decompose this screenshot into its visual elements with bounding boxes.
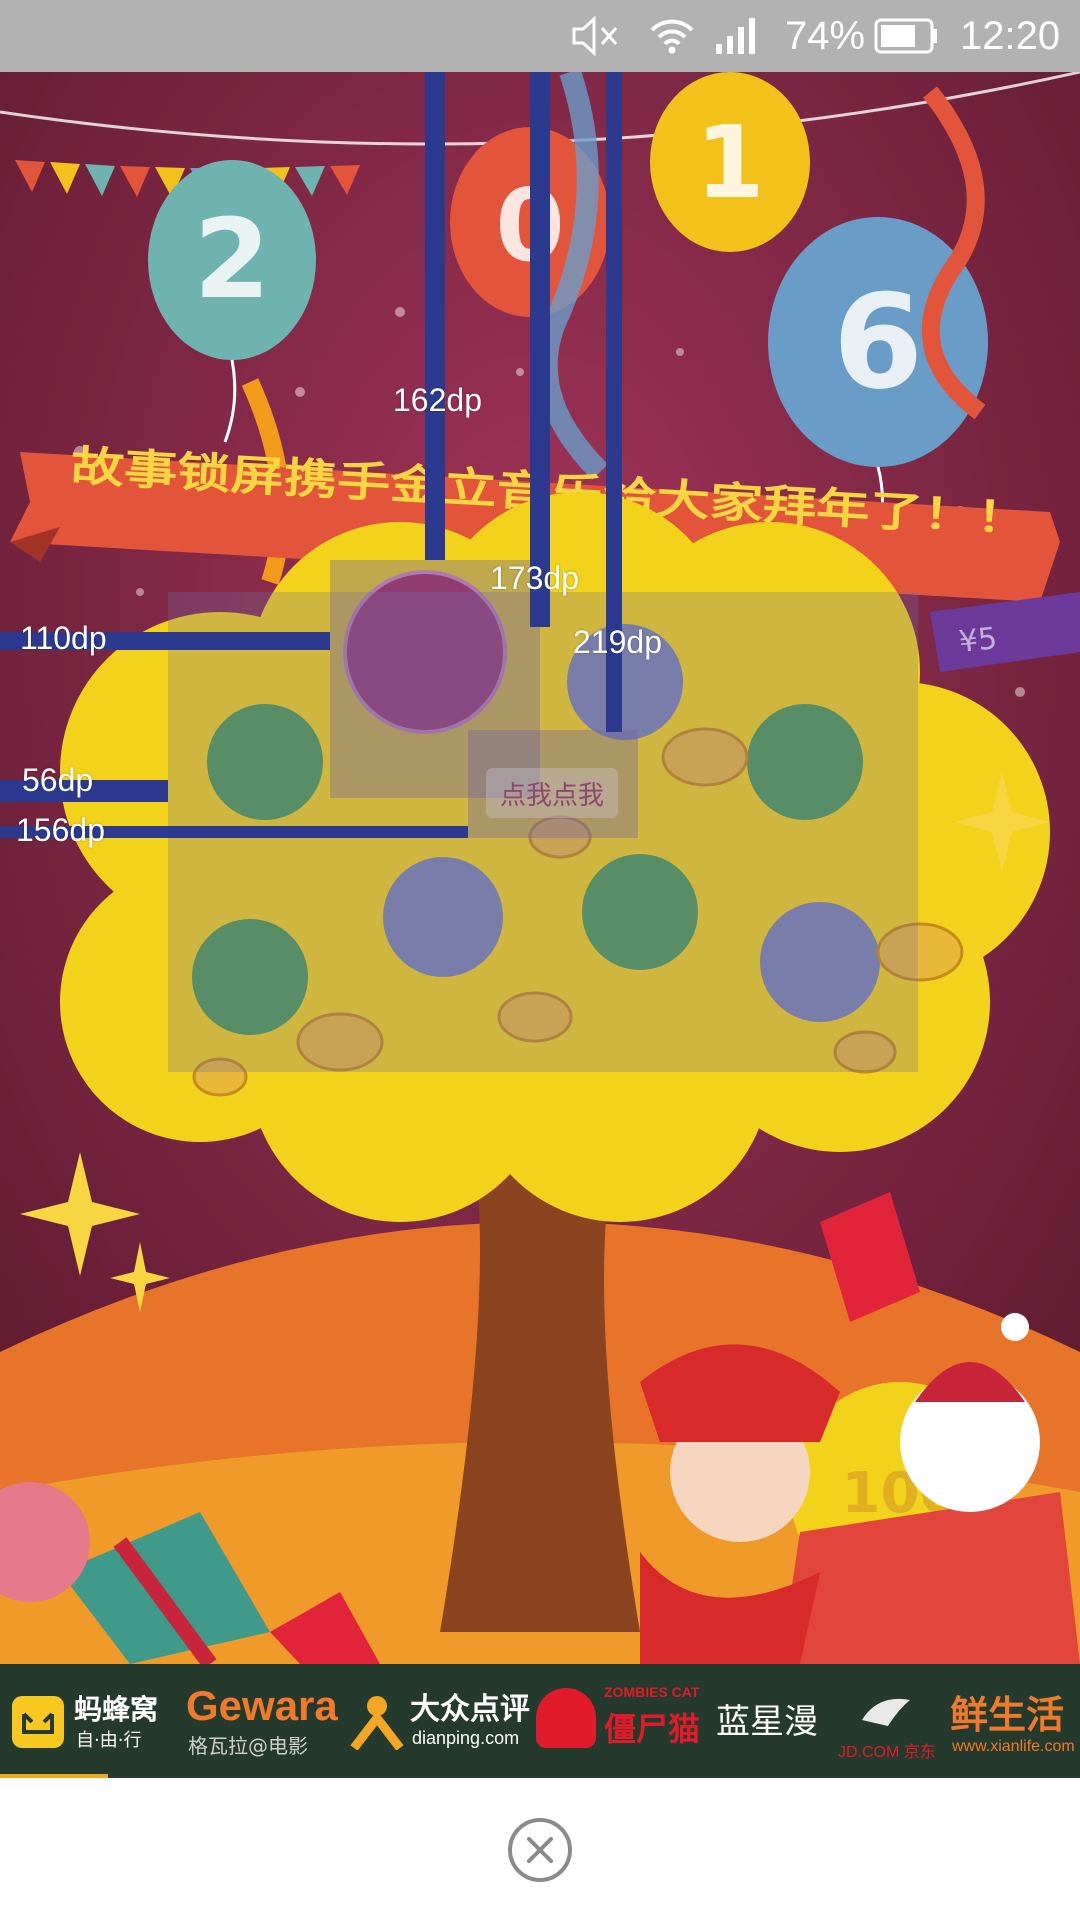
- svg-text:1: 1: [695, 104, 765, 221]
- close-button[interactable]: [508, 1818, 572, 1882]
- close-icon: [527, 1837, 553, 1863]
- wifi-icon: [648, 0, 696, 72]
- zombies-cat-logo-icon: [536, 1688, 596, 1748]
- dianping-sub: dianping.com: [412, 1728, 520, 1748]
- jd-name: JD.COM 京东: [838, 1744, 936, 1761]
- mafengwo-logo-icon: [12, 1696, 64, 1748]
- dianping-logo-icon: [348, 1692, 406, 1754]
- svg-text:6: 6: [833, 266, 923, 418]
- zombies-cat-sub: 僵尸猫: [604, 1710, 701, 1748]
- measure-label-173dp: 173dp: [490, 560, 579, 596]
- tap-me-button[interactable]: 点我点我: [486, 768, 618, 818]
- signal-icon: [712, 0, 760, 72]
- svg-text:¥5: ¥5: [957, 621, 999, 660]
- mafengwo-name: 蚂蜂窝: [74, 1693, 159, 1726]
- volume-muted-icon: [570, 0, 622, 72]
- dianping-name: 大众点评: [410, 1692, 530, 1727]
- gewara-name: Gewara: [186, 1682, 338, 1729]
- lockscreen-poster: 2 0 1 6 故事锁屏携手金立音乐给大家拜年了！！ ¥5: [0, 72, 1080, 1664]
- measure-bar-162dp: [425, 72, 445, 560]
- measure-label-156dp: 156dp: [16, 812, 105, 848]
- battery-icon: [874, 0, 940, 72]
- xianlife-name: 鲜生活: [950, 1693, 1065, 1737]
- carousel-indicator: [0, 1774, 108, 1778]
- mafengwo-sub: 自·由·行: [76, 1730, 142, 1751]
- measure-label-56dp: 56dp: [22, 762, 94, 798]
- measure-label-110dp: 110dp: [20, 620, 107, 656]
- gewara-sub: 格瓦拉@电影: [188, 1734, 308, 1758]
- xianlife-sub: www.xianlife.com: [952, 1738, 1075, 1755]
- clock: 12:20: [960, 13, 1061, 58]
- status-bar: 74% 12:20: [0, 0, 1080, 72]
- measure-label-162dp: 162dp: [393, 382, 482, 418]
- jd-logo-icon: [858, 1690, 914, 1734]
- sponsor-strip: 蚂蜂窝 自·由·行 Gewara 格瓦拉@电影 大众点评 dianping.co…: [0, 1664, 1080, 1778]
- lanxingman-name: 蓝星漫: [716, 1702, 818, 1742]
- battery-percent: 74%: [785, 13, 866, 58]
- zombies-cat-name: ZOMBIES CAT: [604, 1684, 700, 1700]
- svg-text:2: 2: [194, 195, 271, 323]
- measure-bar-173dp: [530, 72, 550, 627]
- measure-label-219dp: 219dp: [573, 624, 662, 660]
